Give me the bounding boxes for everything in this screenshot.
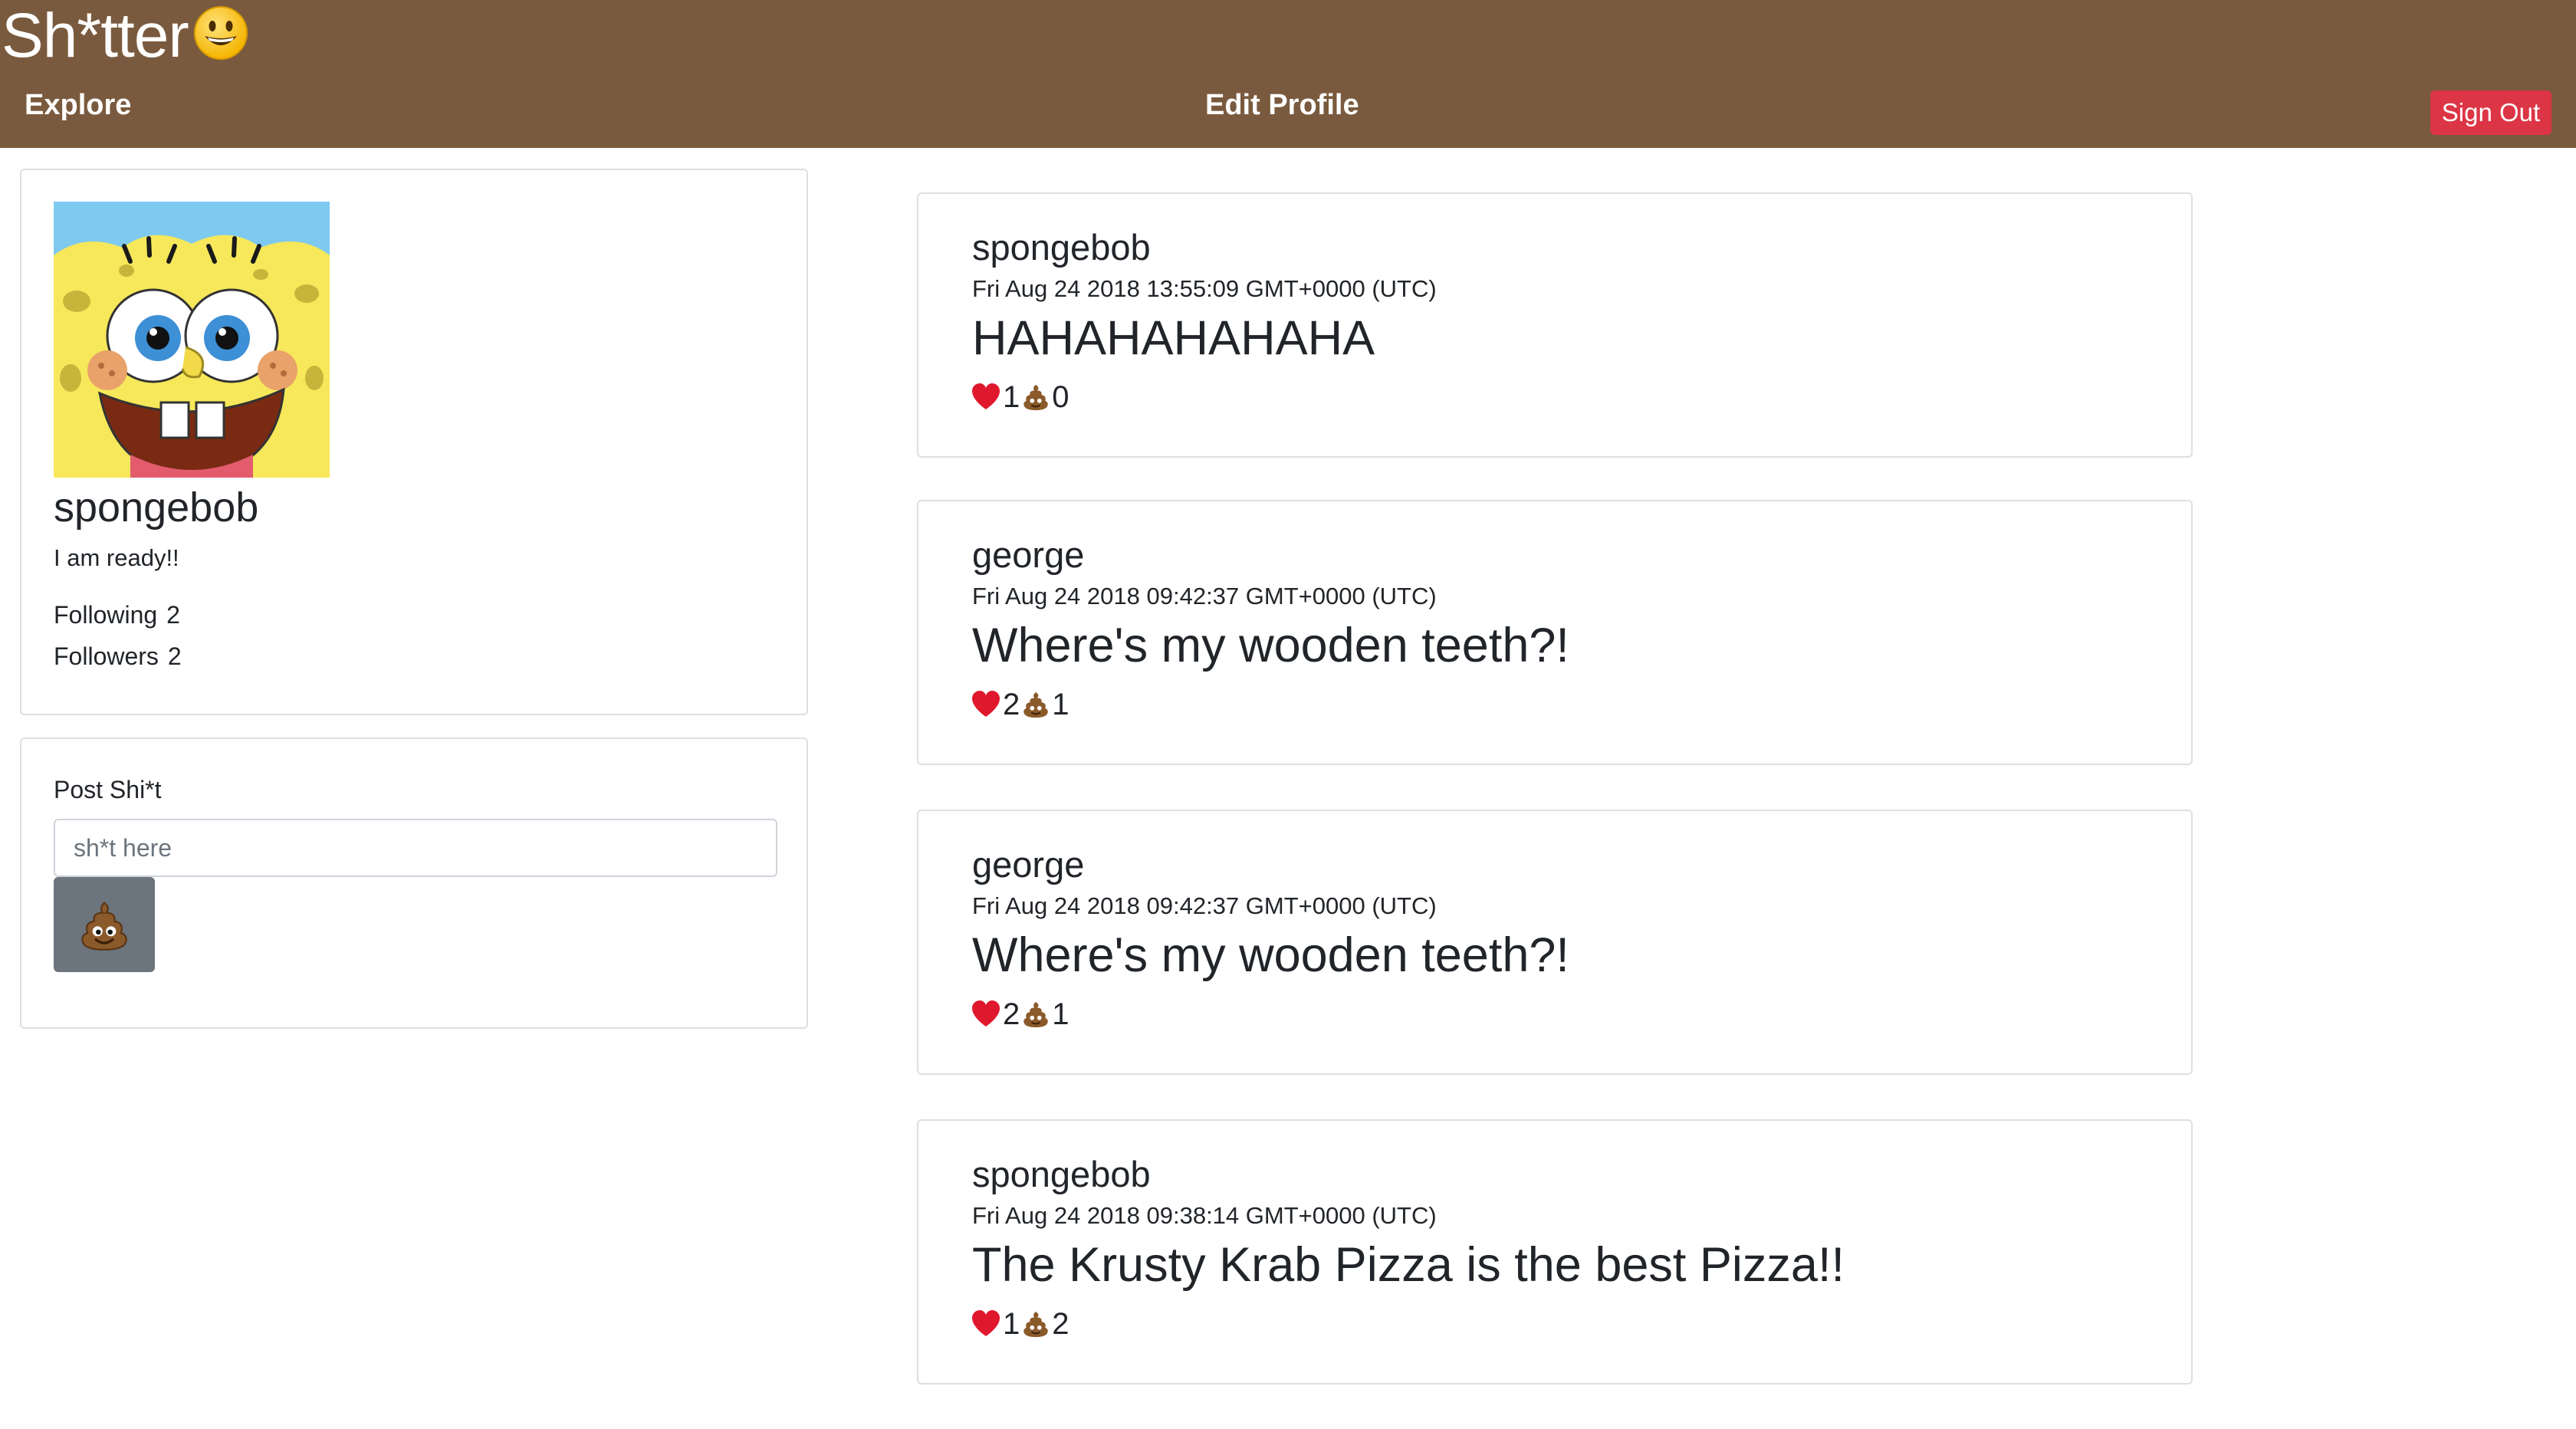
poop-icon (1024, 692, 1049, 718)
poop-count: 1 (1052, 688, 1070, 721)
like-count: 2 (1003, 997, 1020, 1031)
feed-post: george Fri Aug 24 2018 09:42:37 GMT+0000… (917, 810, 2193, 1075)
followers-stat[interactable]: Followers 2 (54, 640, 182, 672)
poop-reaction[interactable]: 1 (1021, 994, 1070, 1035)
poop-icon (81, 902, 127, 951)
heart-icon (972, 1310, 1000, 1336)
poop-count: 0 (1052, 380, 1070, 414)
avatar-image (54, 202, 330, 478)
like-reaction[interactable]: 2 (971, 994, 1021, 1035)
profile-username: spongebob (54, 485, 259, 531)
like-count: 2 (1003, 688, 1020, 721)
nav-explore-link[interactable]: Explore (25, 86, 131, 124)
poop-icon (1024, 384, 1049, 411)
following-label: Following (54, 601, 158, 629)
profile-bio: I am ready!! (54, 544, 179, 571)
post-username[interactable]: spongebob (972, 1151, 1151, 1197)
post-body: Where's my wooden teeth?! (972, 928, 1569, 982)
post-submit-button[interactable] (54, 877, 155, 972)
feed-post: spongebob Fri Aug 24 2018 09:38:14 GMT+0… (917, 1119, 2193, 1385)
followers-count: 2 (167, 642, 182, 670)
post-input[interactable] (54, 819, 777, 877)
brand-name: Sh*tter (2, 1, 189, 71)
post-username[interactable]: george (972, 532, 1084, 578)
brand-logo[interactable]: Sh*tter (2, 2, 248, 71)
poop-icon (1024, 1311, 1049, 1338)
following-count: 2 (166, 601, 180, 629)
page: Sh*tter Explore Edit Profile Sign Out sp… (0, 0, 2576, 1429)
like-reaction[interactable]: 2 (971, 684, 1021, 725)
feed-post: spongebob Fri Aug 24 2018 13:55:09 GMT+0… (917, 192, 2193, 458)
smiley-icon (193, 6, 248, 60)
poop-reaction[interactable]: 0 (1021, 376, 1070, 418)
heart-icon (972, 691, 1000, 717)
post-body: The Krusty Krab Pizza is the best Pizza!… (972, 1238, 1845, 1292)
following-stat[interactable]: Following 2 (54, 599, 180, 631)
post-username[interactable]: spongebob (972, 225, 1151, 271)
sign-out-button[interactable]: Sign Out (2430, 90, 2551, 135)
poop-count: 1 (1052, 997, 1070, 1031)
post-reactions: 1 2 (971, 1303, 1071, 1345)
poop-reaction[interactable]: 1 (1021, 684, 1070, 725)
poop-reaction[interactable]: 2 (1021, 1303, 1070, 1345)
post-reactions: 2 1 (971, 994, 1071, 1035)
heart-icon (972, 1000, 1000, 1027)
poop-icon (1024, 1001, 1049, 1028)
post-reactions: 1 0 (971, 376, 1071, 418)
heart-icon (972, 383, 1000, 409)
followers-label: Followers (54, 642, 159, 670)
like-reaction[interactable]: 1 (971, 376, 1021, 418)
post-username[interactable]: george (972, 842, 1084, 888)
feed-post: george Fri Aug 24 2018 09:42:37 GMT+0000… (917, 500, 2193, 765)
post-timestamp: Fri Aug 24 2018 09:42:37 GMT+0000 (UTC) (972, 892, 1437, 919)
post-body: HAHAHAHAHAHA (972, 311, 1375, 365)
post-reactions: 2 1 (971, 684, 1071, 725)
poop-count: 2 (1052, 1307, 1070, 1341)
post-timestamp: Fri Aug 24 2018 13:55:09 GMT+0000 (UTC) (972, 275, 1437, 302)
composer-label: Post Shi*t (54, 776, 162, 803)
nav-edit-profile-link[interactable]: Edit Profile (1205, 86, 1359, 124)
post-body: Where's my wooden teeth?! (972, 619, 1569, 672)
avatar (54, 202, 330, 478)
like-count: 1 (1003, 1307, 1020, 1341)
composer-card: Post Shi*t (20, 737, 808, 1029)
post-timestamp: Fri Aug 24 2018 09:38:14 GMT+0000 (UTC) (972, 1202, 1437, 1229)
profile-card: spongebob I am ready!! Following 2 Follo… (20, 169, 808, 715)
navbar: Sh*tter Explore Edit Profile Sign Out (0, 0, 2576, 148)
like-count: 1 (1003, 380, 1020, 414)
post-timestamp: Fri Aug 24 2018 09:42:37 GMT+0000 (UTC) (972, 583, 1437, 609)
like-reaction[interactable]: 1 (971, 1303, 1021, 1345)
